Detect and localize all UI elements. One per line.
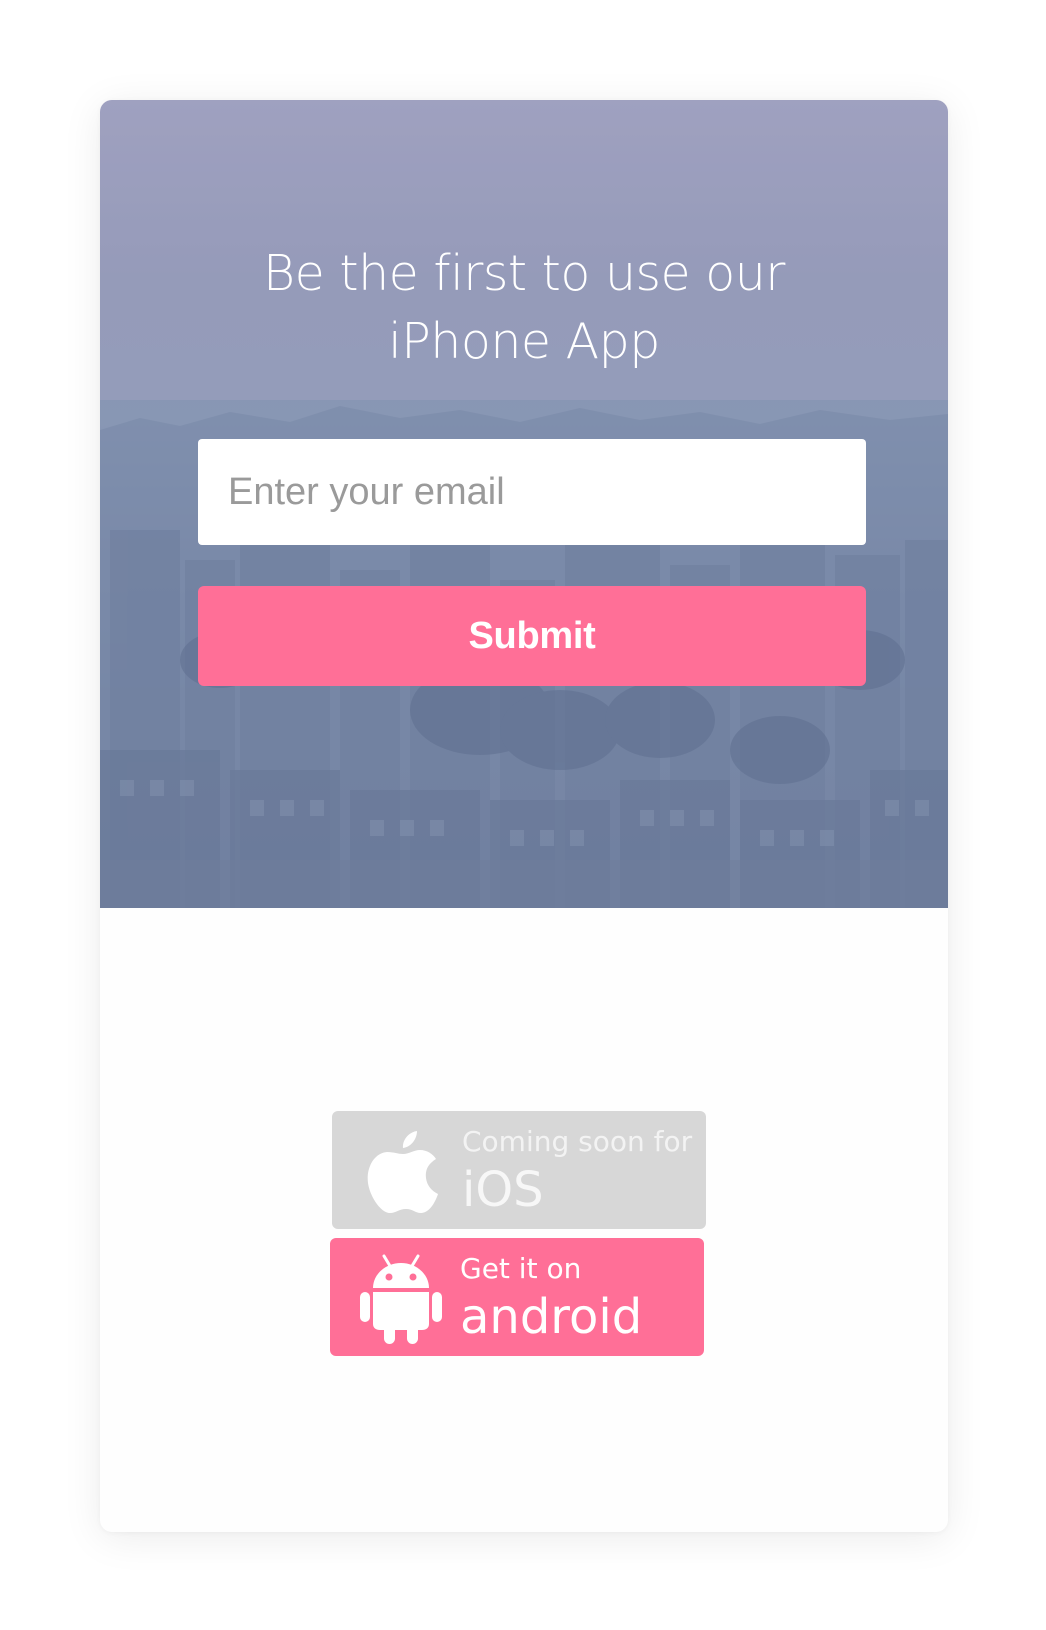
apple-icon: [367, 1131, 438, 1213]
email-input[interactable]: [198, 439, 866, 545]
hero-section: Be the first to use our iPhone App Submi…: [100, 100, 948, 908]
page: Be the first to use our iPhone App Submi…: [0, 0, 1046, 1630]
ios-store-button[interactable]: Coming soon for iOS: [332, 1111, 706, 1229]
android-big-text: android: [460, 1289, 643, 1345]
android-small-text: Get it on: [460, 1252, 582, 1285]
android-icon: [360, 1254, 442, 1344]
signup-card: Be the first to use our iPhone App Submi…: [100, 100, 948, 1532]
ios-big-text: iOS: [462, 1162, 544, 1218]
hero-headline: Be the first to use our iPhone App: [263, 245, 785, 370]
ios-small-text: Coming soon for: [462, 1125, 693, 1158]
android-store-button[interactable]: Get it on android: [330, 1238, 704, 1356]
submit-button[interactable]: Submit: [198, 586, 866, 686]
